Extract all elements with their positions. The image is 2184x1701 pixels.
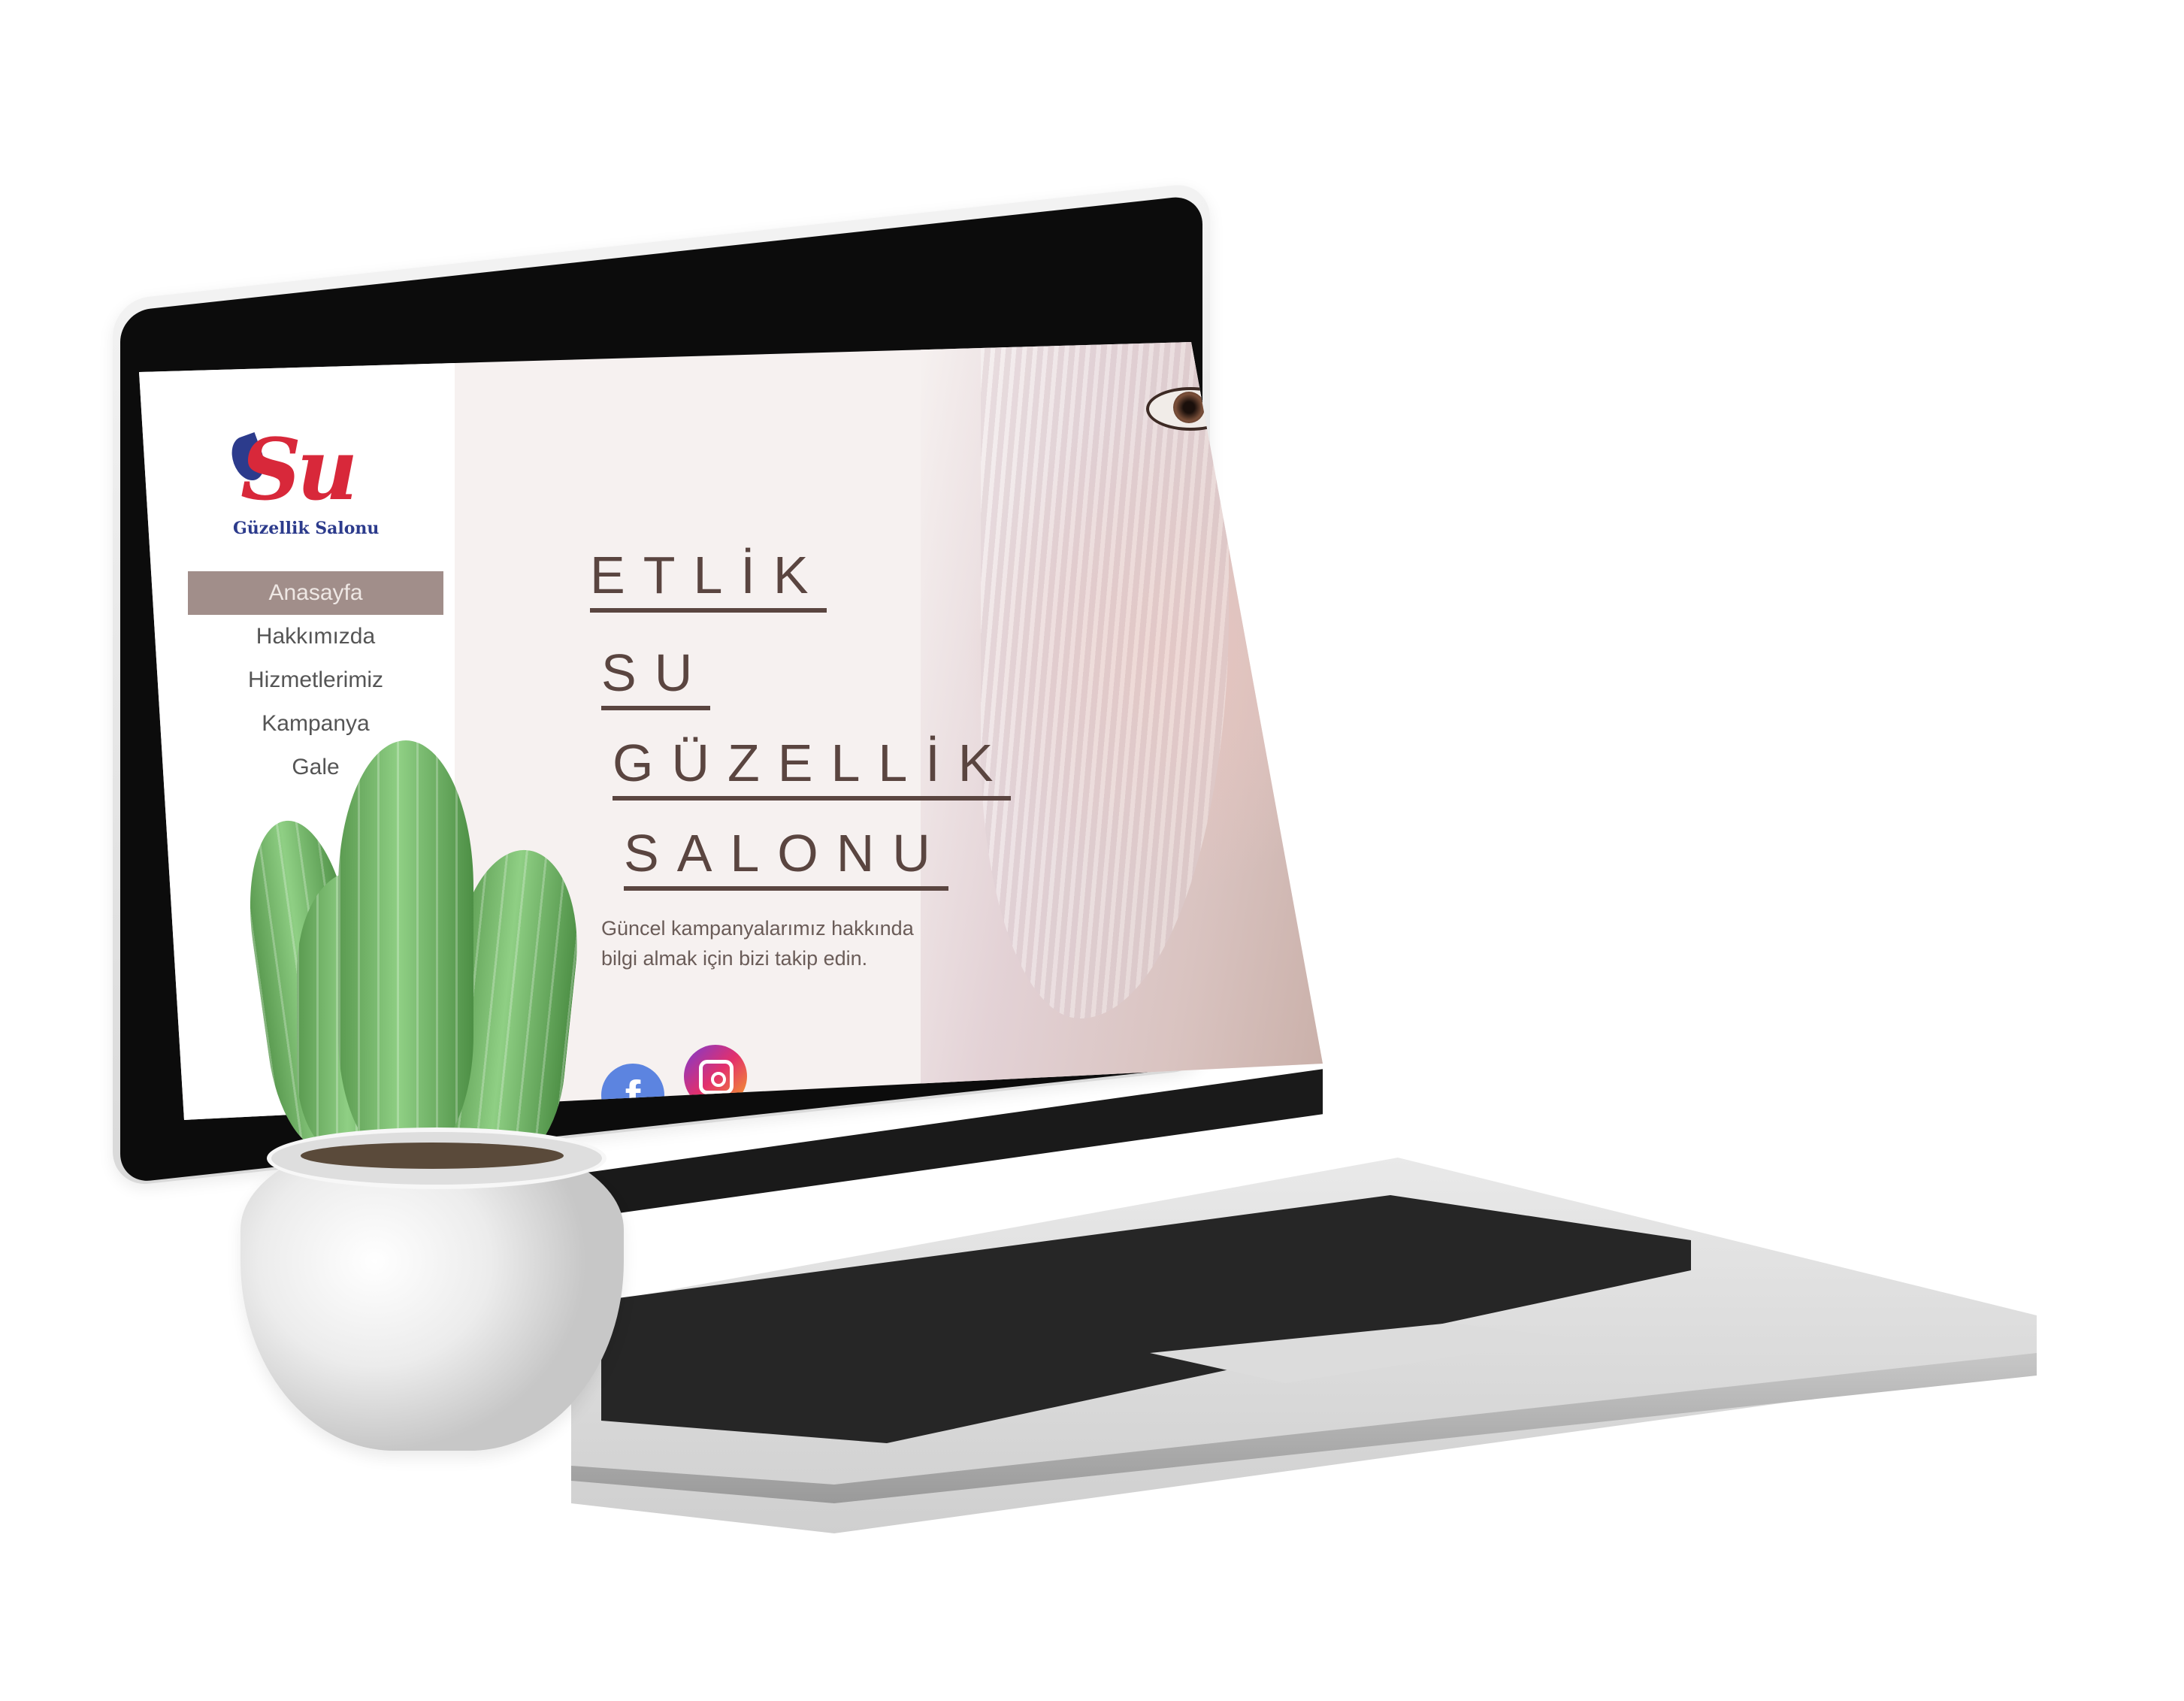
nav-item-kampanya[interactable]: Kampanya [188,702,443,746]
nav-item-anasayfa[interactable]: Anasayfa [188,571,443,615]
logo-name: Güzellik Salonu [233,519,380,538]
hero-subtitle: Güncel kampanyalarımız hakkında bilgi al… [601,913,947,973]
nav-item-hizmetlerimiz[interactable]: Hizmetlerimiz [188,658,443,702]
nav-item-hakkimizda[interactable]: Hakkımızda [188,615,443,658]
hero-title-line-2: SU [601,643,711,710]
hero-iris [1173,392,1205,423]
instagram-lens [711,1072,726,1087]
hero-title-line-4: SALONU [624,823,948,891]
hero-eye-decoration [1146,387,1235,431]
hero-title-line-1: ETLİK [590,545,827,613]
hero-subtitle-line-1: Güncel kampanyalarımız hakkında [601,917,914,940]
instagram-icon [699,1060,734,1094]
hero-subtitle-line-2: bilgi almak için bizi takip edin. [601,947,868,970]
site-logo[interactable]: Su Güzellik Salonu [225,421,379,541]
pot-soil [301,1143,564,1169]
laptop-mockup-scene: Su Güzellik Salonu Anasayfa Hakkımızda H… [0,0,2184,1701]
logo-mark: Su [240,421,358,519]
hero-title-line-3: GÜZELLİK [613,733,1012,801]
cactus-stem [338,740,473,1161]
